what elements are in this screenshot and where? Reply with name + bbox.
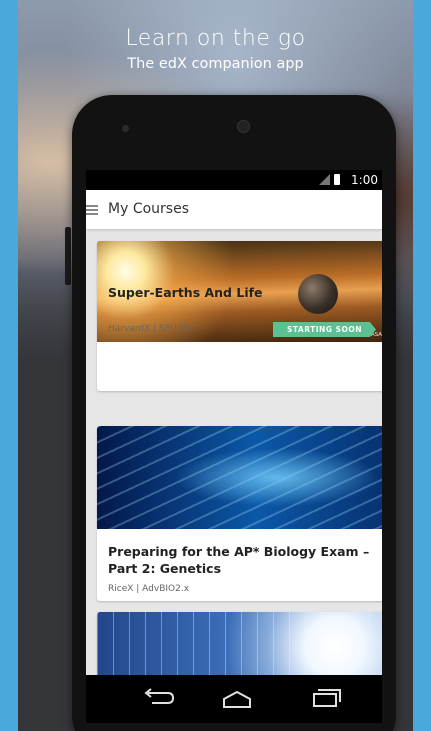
promo-subline: The edX companion app: [127, 56, 304, 72]
course-card[interactable]: Image courtesy of NASA: [97, 241, 382, 391]
phone-camera: [237, 120, 250, 133]
status-bar: 1:00: [86, 170, 382, 190]
back-arrow-icon[interactable]: [142, 687, 176, 709]
course-title[interactable]: Preparing for the AP* Biology Exam – Par…: [108, 543, 376, 577]
phone-side-button: [65, 227, 71, 285]
battery-icon: [334, 174, 340, 185]
course-card[interactable]: [97, 612, 382, 675]
phone-mockup: 1:00 My Courses Image courtesy of NASA S…: [72, 95, 396, 731]
course-title[interactable]: Super-Earths And Life: [108, 284, 378, 301]
status-time: 1:00: [351, 173, 378, 187]
course-meta: HarvardX | SPU30x: [108, 324, 194, 334]
page-title: My Courses: [108, 201, 189, 217]
app-bar: My Courses: [86, 190, 382, 229]
signal-icon: [319, 174, 330, 185]
promo-frame: Learn on the go The edX companion app 1:…: [18, 0, 413, 731]
hamburger-icon[interactable]: [86, 205, 98, 215]
android-nav-bar: [86, 675, 382, 723]
starting-soon-badge: STARTING SOON: [273, 322, 376, 337]
promo-headline: Learn on the go: [125, 26, 306, 51]
phone-screen: 1:00 My Courses Image courtesy of NASA S…: [86, 170, 382, 675]
course-meta: RiceX | AdvBIO2.x: [108, 584, 190, 594]
phone-speaker: [122, 125, 129, 132]
home-icon[interactable]: [222, 689, 252, 709]
course-image: [97, 426, 382, 529]
recent-apps-icon[interactable]: [312, 688, 342, 708]
course-image: [97, 612, 382, 675]
